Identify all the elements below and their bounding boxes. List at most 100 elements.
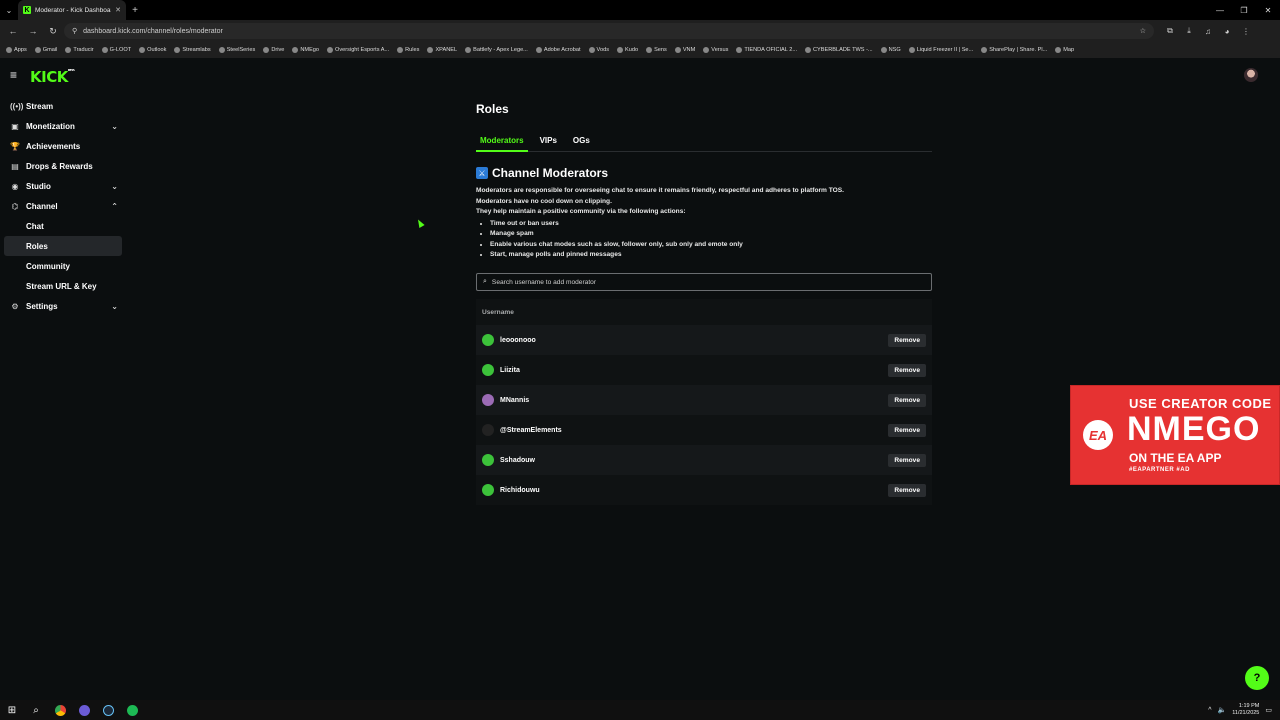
chrome-taskbar-icon[interactable] — [48, 700, 72, 720]
bookmark-item[interactable]: Kudo — [617, 47, 638, 53]
ea-logo: EA — [1083, 420, 1113, 450]
omnibox[interactable]: ⚲ dashboard.kick.com/channel/roles/moder… — [64, 23, 1154, 39]
tab-close-icon[interactable]: ✕ — [115, 6, 121, 14]
remove-button[interactable]: Remove — [888, 393, 926, 407]
restore-icon[interactable]: ❐ — [1232, 0, 1256, 20]
bookmark-item[interactable]: Rules — [397, 47, 419, 53]
sidebar-item-stream-url-key[interactable]: Stream URL & Key — [4, 276, 122, 296]
tab-moderators[interactable]: Moderators — [476, 134, 528, 152]
bookmark-item[interactable]: VNM — [674, 47, 695, 53]
tray-chevron-icon[interactable]: ^ — [1208, 707, 1211, 714]
table-row: Richidouwu Remove — [476, 475, 932, 505]
url-text: dashboard.kick.com/channel/roles/moderat… — [83, 27, 223, 35]
chrome-profile-taskbar-icon[interactable] — [72, 700, 96, 720]
bookmark-item[interactable]: CYBERBLADE TWS -... — [805, 47, 873, 53]
chevron-down-icon[interactable]: ⌄ — [111, 122, 118, 131]
bookmark-item[interactable]: Sens — [646, 47, 667, 53]
bookmark-favicon-icon — [65, 47, 72, 53]
browser-tab[interactable]: K Moderator - Kick Dashboard ✕ — [18, 0, 126, 20]
kick-logo[interactable]: KICKBETA — [30, 68, 75, 86]
profile-icon[interactable]: ◕ — [1219, 23, 1235, 39]
new-tab-button[interactable]: + — [126, 5, 144, 16]
volume-icon[interactable]: 🔈 — [1218, 706, 1227, 714]
forward-icon[interactable]: → — [24, 22, 42, 40]
sidebar-item-roles[interactable]: Roles — [4, 236, 122, 256]
chevron-down-icon[interactable]: ⌄ — [111, 182, 118, 191]
bookmark-item[interactable]: Gmail — [34, 47, 57, 53]
bookmark-item[interactable]: G-LOOT — [101, 47, 131, 53]
sidebar-item-monetization[interactable]: ▣ Monetization ⌄ — [4, 116, 122, 136]
clock[interactable]: 1:19 PM 11/21/2025 — [1232, 703, 1259, 717]
back-icon[interactable]: ← — [4, 22, 22, 40]
bookmark-item[interactable]: NMEgo — [292, 47, 319, 53]
chevron-down-icon[interactable]: ⌄ — [111, 302, 118, 311]
sidebar-item-community[interactable]: Community — [4, 256, 122, 276]
sidebar-item-drops-rewards[interactable]: ▤ Drops & Rewards — [4, 156, 122, 176]
bookmark-item[interactable]: Versus — [703, 47, 728, 53]
tab-vips[interactable]: VIPs — [536, 134, 561, 152]
bookmark-item[interactable]: Drive — [263, 47, 284, 53]
bookmark-item[interactable]: Apps — [6, 47, 27, 53]
sidebar-item-label: Community — [26, 261, 70, 271]
sidebar-item-chat[interactable]: Chat — [4, 216, 122, 236]
bookmark-item[interactable]: Streamlabs — [174, 47, 211, 53]
bookmark-item[interactable]: Oversight Esports A... — [327, 47, 389, 53]
download-icon[interactable]: ⤓ — [1181, 23, 1197, 39]
search-box[interactable]: ⌕ — [476, 273, 932, 291]
tab-search-icon[interactable]: ⌄ — [0, 0, 18, 20]
search-input[interactable] — [491, 278, 925, 286]
bookmark-favicon-icon — [588, 47, 595, 53]
bookmark-item[interactable]: Vods — [588, 47, 609, 53]
help-chat-icon[interactable]: ? — [1245, 666, 1269, 690]
remove-button[interactable]: Remove — [888, 333, 926, 347]
page-title: Roles — [476, 102, 509, 116]
bookmark-item[interactable]: Traducir — [65, 47, 94, 53]
bookmark-item[interactable]: XPANEL — [427, 47, 457, 53]
bookmark-favicon-icon — [327, 47, 334, 53]
reload-icon[interactable]: ↻ — [44, 22, 62, 40]
browser-menu-icon[interactable]: ⋮ — [1238, 23, 1254, 39]
table-row: Sshadouw Remove — [476, 445, 932, 475]
remove-button[interactable]: Remove — [888, 363, 926, 377]
windows-start-icon[interactable]: ⊞ — [0, 700, 24, 720]
bookmark-item[interactable]: Battlefy - Apex Lege... — [465, 47, 528, 53]
site-info-icon[interactable]: ⚲ — [72, 27, 77, 35]
username: @StreamElements — [500, 426, 562, 434]
sidebar-item-studio[interactable]: ◉ Studio ⌄ — [4, 176, 122, 196]
bookmark-item[interactable]: SharePlay | Share. Pl... — [981, 47, 1047, 53]
remove-button[interactable]: Remove — [888, 483, 926, 497]
bookmark-item[interactable]: Map — [1055, 47, 1074, 53]
close-window-icon[interactable]: ✕ — [1256, 0, 1280, 20]
extensions-icon[interactable]: ⧉ — [1162, 23, 1178, 39]
sidebar-item-achievements[interactable]: 🏆 Achievements — [4, 136, 122, 156]
remove-button[interactable]: Remove — [888, 453, 926, 467]
user-avatar-icon — [482, 394, 494, 406]
hamburger-menu-icon[interactable]: ≡ — [10, 69, 22, 81]
spotify-taskbar-icon[interactable] — [120, 700, 144, 720]
sidebar-item-channel[interactable]: ⌬ Channel ⌃ — [4, 196, 122, 216]
minimize-icon[interactable]: — — [1208, 0, 1232, 20]
bookmark-item[interactable]: TIENDA OFICIAL 2... — [736, 47, 797, 53]
shield-sword-icon: ⚔ — [476, 167, 488, 179]
bookmark-star-icon[interactable]: ☆ — [1140, 27, 1146, 35]
user-avatar[interactable] — [1244, 68, 1258, 82]
bookmark-favicon-icon — [880, 47, 887, 53]
chevron-up-icon[interactable]: ⌃ — [111, 202, 118, 211]
bookmark-item[interactable]: SteelSeries — [218, 47, 255, 53]
sidebar-item-label: Channel — [26, 201, 58, 211]
sidebar-item-stream[interactable]: ((•)) Stream — [4, 96, 122, 116]
bookmark-favicon-icon — [397, 47, 404, 53]
bookmark-item[interactable]: Adobe Acrobat — [535, 47, 581, 53]
tab-ogs[interactable]: OGs — [569, 134, 594, 152]
notifications-icon[interactable]: ▭ — [1265, 706, 1272, 714]
studio-icon: ◉ — [11, 181, 19, 191]
sidebar-item-settings[interactable]: ⚙ Settings ⌄ — [4, 296, 122, 316]
steam-taskbar-icon[interactable] — [96, 700, 120, 720]
remove-button[interactable]: Remove — [888, 423, 926, 437]
mouse-cursor-icon — [415, 218, 425, 228]
taskbar-search-icon[interactable]: ⌕ — [24, 700, 48, 720]
bookmark-item[interactable]: NSG — [880, 47, 901, 53]
media-icon[interactable]: ♫ — [1200, 23, 1216, 39]
bookmark-item[interactable]: Liquid Freezer II | Se... — [908, 47, 973, 53]
bookmark-item[interactable]: Outlook — [139, 47, 166, 53]
